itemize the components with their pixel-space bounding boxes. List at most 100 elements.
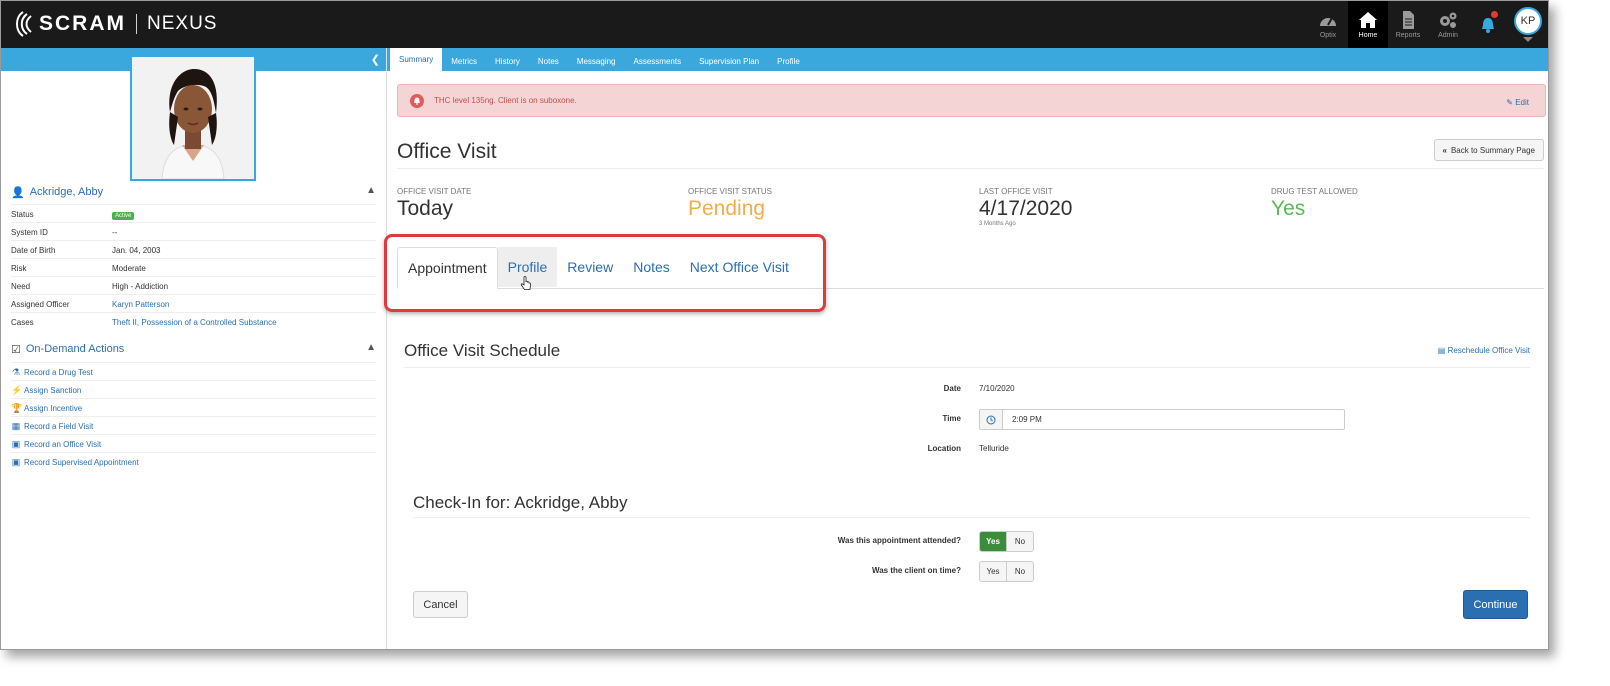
action-label: Assign Sanction: [24, 385, 82, 395]
stat-label: LAST OFFICE VISIT: [979, 187, 1053, 196]
flask-icon: ⚗: [11, 366, 21, 377]
calendar-icon: ▤: [1437, 346, 1448, 355]
stat-drug-test-allowed: DRUG TEST ALLOWED Yes: [1271, 187, 1358, 221]
on-time-no-button[interactable]: No: [1006, 562, 1033, 581]
checkin-divider: [413, 517, 1530, 518]
on-time-toggle: Yes No: [979, 561, 1034, 582]
subtabs-highlight-box: [384, 234, 826, 312]
client-tabs: Summary Metrics History Notes Messaging …: [387, 48, 1548, 71]
stat-subtext: 3 Months Ago: [979, 221, 1016, 227]
stat-label: OFFICE VISIT DATE: [397, 187, 472, 196]
main-content: Summary Metrics History Notes Messaging …: [384, 48, 1548, 649]
info-value: --: [112, 227, 118, 237]
notification-dot: [1491, 11, 1498, 18]
schedule-title: Office Visit Schedule: [404, 341, 561, 360]
date-value: 7/10/2020: [979, 384, 1015, 393]
on-demand-actions-title: On-Demand Actions: [25, 343, 125, 355]
action-record-office-visit[interactable]: ▣ Record an Office Visit: [11, 434, 376, 453]
tab-metrics[interactable]: Metrics: [442, 51, 486, 71]
building-icon: ▣: [11, 456, 21, 467]
hand-cursor-icon: [520, 276, 531, 290]
info-key: Risk: [11, 263, 27, 273]
action-label: Assign Incentive: [24, 403, 83, 413]
action-label: Record a Field Visit: [24, 421, 94, 431]
checkbox-icon: ☑: [11, 343, 21, 356]
map-icon: ▦: [11, 420, 21, 431]
stat-value: 4/17/2020: [979, 197, 1073, 220]
tab-summary[interactable]: Summary: [390, 48, 443, 71]
client-sidebar: ❮ 👤 Ackridge, Abby ▲ Status Active Syste…: [1, 48, 387, 649]
collapse-sidebar-icon[interactable]: ❮: [371, 53, 380, 66]
nav-reports-label: Reports: [1395, 31, 1421, 39]
stat-value: Pending: [688, 197, 766, 220]
cancel-button[interactable]: Cancel: [413, 591, 468, 618]
user-menu[interactable]: KP: [1508, 1, 1548, 48]
stat-label: DRUG TEST ALLOWED: [1271, 187, 1358, 196]
info-row-dob: Date of Birth Jan. 04, 2003: [11, 240, 376, 259]
on-time-yes-button[interactable]: Yes: [980, 562, 1006, 581]
tab-supervision-plan[interactable]: Supervision Plan: [690, 51, 768, 71]
chevron-down-icon: [1523, 37, 1533, 42]
user-icon: 👤: [11, 186, 25, 199]
brand-scram: SCRAM: [39, 12, 126, 35]
tab-profile[interactable]: Profile: [768, 51, 809, 71]
info-row-status: Status Active: [11, 204, 376, 223]
tab-history[interactable]: History: [486, 51, 529, 71]
action-assign-sanction[interactable]: ⚡ Assign Sanction: [11, 380, 376, 399]
info-row-officer: Assigned Officer Karyn Patterson: [11, 294, 376, 313]
stat-value: Yes: [1271, 197, 1306, 220]
home-icon: [1359, 11, 1377, 28]
info-key: System ID: [11, 227, 48, 237]
stat-label: OFFICE VISIT STATUS: [688, 187, 773, 196]
time-label: Time: [942, 414, 961, 423]
tab-notes[interactable]: Notes: [529, 51, 568, 71]
alert-bell-icon: [410, 94, 424, 108]
client-name-header[interactable]: 👤 Ackridge, Abby ▲: [11, 183, 376, 201]
back-to-summary-button[interactable]: « Back to Summary Page: [1433, 139, 1544, 161]
top-nav-icons: Optix Home Reports Admin KP: [1308, 1, 1548, 48]
continue-button[interactable]: Continue: [1463, 590, 1528, 619]
attended-yes-button[interactable]: Yes: [980, 532, 1006, 551]
stat-visit-status: OFFICE VISIT STATUS Pending: [688, 187, 772, 221]
location-value: Telluride: [979, 444, 1009, 453]
info-row-cases: Cases Theft II, Possession of a Controll…: [11, 312, 376, 331]
double-chevron-left-icon: «: [1442, 145, 1447, 155]
status-badge: Active: [112, 211, 135, 220]
chevron-up-icon[interactable]: ▲: [366, 185, 376, 196]
time-input[interactable]: 2:09 PM: [979, 409, 1345, 430]
nav-home[interactable]: Home: [1348, 1, 1388, 48]
info-key: Assigned Officer: [11, 299, 70, 309]
notifications-button[interactable]: [1468, 1, 1508, 48]
nav-optix[interactable]: Optix: [1308, 1, 1348, 48]
cases-link[interactable]: Theft II, Possession of a Controlled Sub…: [112, 318, 277, 327]
tab-assessments[interactable]: Assessments: [625, 51, 691, 71]
attended-no-button[interactable]: No: [1006, 532, 1033, 551]
action-assign-incentive[interactable]: 🏆 Assign Incentive: [11, 398, 376, 417]
gears-icon: [1440, 12, 1457, 28]
reschedule-link[interactable]: ▤ Reschedule Office Visit: [1438, 346, 1530, 355]
alert-edit-link[interactable]: ✎ Edit: [1506, 98, 1529, 107]
info-row-need: Need High - Addiction: [11, 276, 376, 295]
action-label: Record an Office Visit: [24, 439, 102, 449]
action-record-field-visit[interactable]: ▦ Record a Field Visit: [11, 416, 376, 435]
brand-nexus: NEXUS: [147, 13, 218, 34]
bell-icon: [1482, 17, 1494, 33]
on-demand-actions-header[interactable]: ☑ On-Demand Actions ▲: [11, 340, 376, 358]
trophy-icon: 🏆: [11, 402, 23, 413]
info-value: High - Addiction: [112, 281, 169, 291]
officer-link[interactable]: Karyn Patterson: [112, 300, 169, 309]
scram-nexus-logo[interactable]: SCRAM NEXUS: [9, 9, 217, 39]
location-label: Location: [927, 444, 961, 453]
info-key: Date of Birth: [11, 245, 56, 255]
info-value: Moderate: [112, 263, 146, 273]
tab-messaging[interactable]: Messaging: [568, 51, 625, 71]
action-record-drug-test[interactable]: ⚗ Record a Drug Test: [11, 362, 376, 381]
title-divider: [397, 168, 1544, 169]
brand-divider: [136, 14, 137, 34]
page-title: Office Visit: [397, 140, 497, 163]
nav-reports[interactable]: Reports: [1388, 1, 1428, 48]
app-window: SCRAM NEXUS Optix Home Reports Admin KP …: [0, 0, 1549, 650]
action-record-supervised-appointment[interactable]: ▣ Record Supervised Appointment: [11, 452, 376, 471]
chevron-up-icon[interactable]: ▲: [366, 342, 376, 353]
nav-admin[interactable]: Admin: [1428, 1, 1468, 48]
